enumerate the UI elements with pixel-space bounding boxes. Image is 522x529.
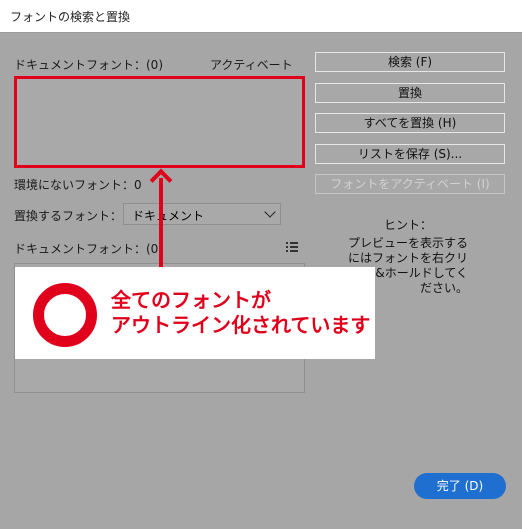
circle-icon [33,283,97,347]
done-button[interactable]: 完了 (D) [414,473,506,499]
callout-line-1: 全てのフォントが [111,288,271,312]
callout-text: 全てのフォントが アウトライン化されています [111,288,370,338]
replace-with-value: ドキュメント [132,209,205,223]
annotation-arrow [159,178,163,268]
activate-font-button[interactable]: フォントをアクティベート (I) [315,174,505,194]
search-button[interactable]: 検索 (F) [315,52,505,72]
list-menu-icon[interactable] [286,241,298,252]
window-title: フォントの検索と置換 [10,10,131,24]
activate-label: アクティベート [210,58,293,72]
missing-fonts-label: 環境にないフォント：0 [14,178,142,192]
hint-title: ヒント： [384,218,433,232]
title-bar: フォントの検索と置換 [0,0,522,33]
replace-with-label: 置換するフォント： [14,209,123,223]
document-fonts-list[interactable] [14,76,305,168]
save-list-button[interactable]: リストを保存 (S)... [315,144,505,164]
replace-button[interactable]: 置換 [315,83,505,103]
replace-with-select[interactable]: ドキュメント [123,203,281,225]
document-fonts-label: ドキュメントフォント：(0) [14,58,163,72]
chevron-down-icon [264,206,276,218]
document-fonts-label-2: ドキュメントフォント：(0) [14,242,163,256]
replace-all-button[interactable]: すべてを置換 (H) [315,113,505,133]
callout-line-2: アウトライン化されています [111,313,371,337]
annotation-callout: 全てのフォントが アウトライン化されています [15,267,375,359]
